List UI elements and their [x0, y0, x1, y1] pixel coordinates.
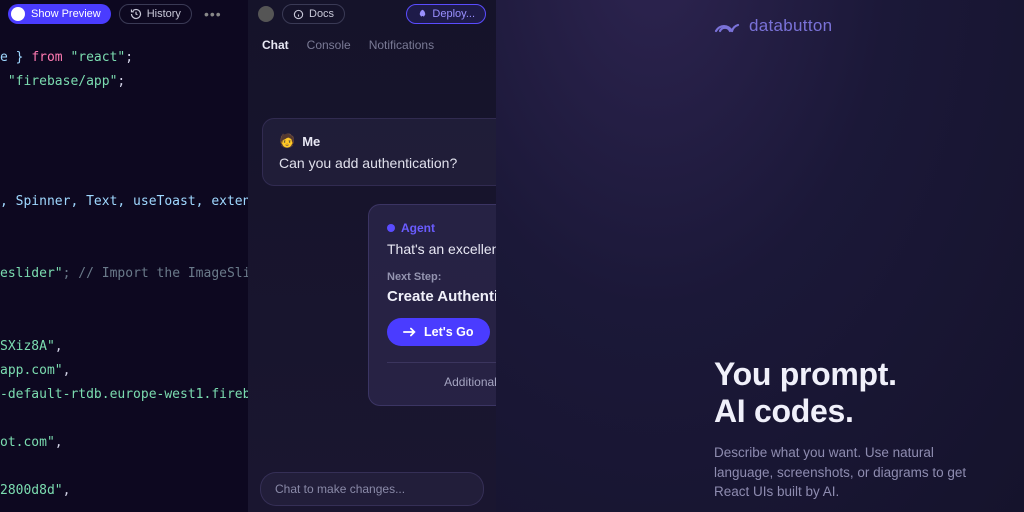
user-name-label: Me [302, 134, 320, 149]
editor-top-controls: Show Preview History ••• [0, 0, 248, 28]
docs-label: Docs [309, 8, 334, 20]
docs-button[interactable]: Docs [282, 4, 345, 24]
user-avatar-icon: 🧑 [279, 133, 295, 149]
history-label: History [147, 8, 181, 20]
hero-description: Describe what you want. Use natural lang… [714, 443, 996, 502]
chat-input[interactable]: Chat to make changes... [260, 472, 484, 506]
code-editor-pane: Show Preview History ••• e } from "react… [0, 0, 248, 512]
history-icon [130, 8, 142, 20]
tab-chat[interactable]: Chat [262, 38, 289, 52]
docs-icon [293, 9, 304, 20]
user-message-text: Can you add authentication? [279, 155, 525, 171]
rocket-icon [417, 9, 428, 20]
more-menu[interactable]: ••• [204, 6, 222, 22]
code-content[interactable]: e } from "react"; "firebase/app"; , Spin… [0, 28, 248, 512]
hero-block: You prompt. AI codes. Describe what you … [524, 356, 996, 502]
brand-row: databutton [714, 16, 996, 36]
user-avatar-small[interactable] [258, 6, 274, 22]
arrow-right-icon [403, 326, 417, 338]
deploy-button[interactable]: Deploy... [406, 4, 486, 24]
show-preview-label: Show Preview [31, 8, 101, 20]
chat-input-wrap: Chat to make changes... [248, 472, 496, 512]
hero-line2: AI codes. [714, 393, 854, 429]
hero-line1: You prompt. [714, 356, 897, 392]
deploy-label: Deploy... [432, 8, 475, 20]
hero-heading: You prompt. AI codes. [714, 356, 996, 430]
chat-top-bar: Docs Deploy... [248, 0, 496, 28]
lets-go-button[interactable]: Let's Go [387, 318, 490, 346]
lets-go-label: Let's Go [424, 325, 474, 339]
chat-pane: Docs Deploy... Chat Console Notification… [248, 0, 496, 512]
tab-notifications[interactable]: Notifications [369, 38, 434, 52]
toggle-knob-icon [11, 7, 25, 21]
brand-name: databutton [749, 16, 832, 36]
brand-logo-icon [714, 18, 740, 34]
tab-console[interactable]: Console [307, 38, 351, 52]
show-preview-toggle[interactable]: Show Preview [8, 4, 111, 24]
user-header: 🧑 Me [279, 133, 525, 149]
chat-tabs: Chat Console Notifications [248, 28, 496, 58]
agent-dot-icon [387, 224, 395, 232]
history-button[interactable]: History [119, 4, 192, 24]
hero-pane: databutton You prompt. AI codes. Describ… [496, 0, 1024, 512]
agent-name-label: Agent [401, 221, 435, 235]
